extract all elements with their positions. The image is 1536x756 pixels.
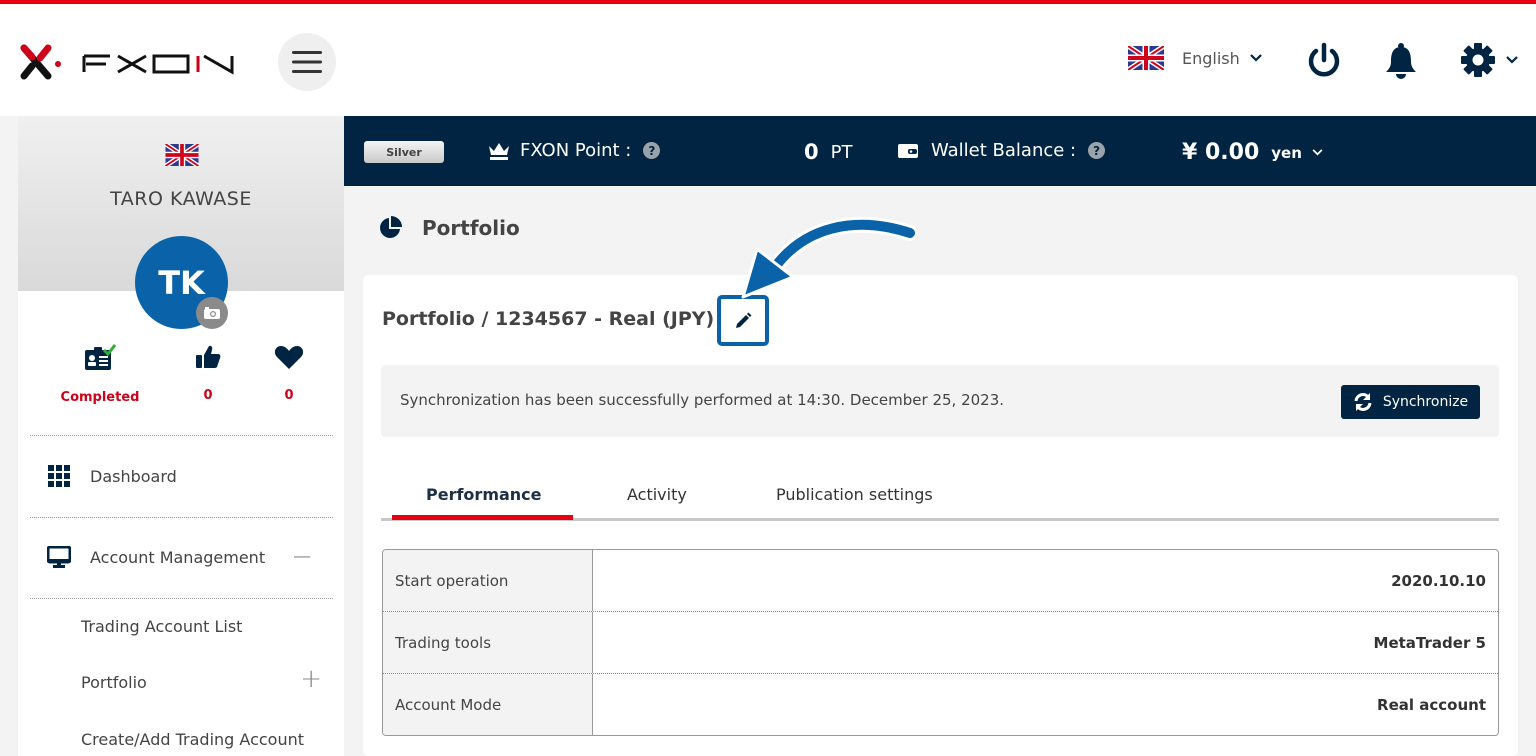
- notifications-button[interactable]: [1384, 42, 1418, 84]
- wallet-unit: yen: [1271, 143, 1302, 162]
- verification-status: Completed: [60, 390, 140, 405]
- uk-flag-icon: [1128, 46, 1164, 70]
- synchronize-button[interactable]: Synchronize: [1341, 385, 1480, 419]
- hamburger-icon: [292, 51, 322, 73]
- sync-message: Synchronization has been successfully pe…: [400, 391, 1005, 409]
- help-icon[interactable]: ?: [1088, 142, 1106, 159]
- row-value: MetaTrader 5: [1373, 633, 1486, 652]
- logout-button[interactable]: [1305, 42, 1343, 84]
- row-value: Real account: [1377, 696, 1486, 714]
- wallet-currency-selector[interactable]: ¥ 0.00 yen: [1182, 140, 1323, 165]
- active-tab-indicator: [392, 515, 573, 520]
- header: English: [0, 4, 1536, 116]
- table-row: Start operation 2020.10.10: [383, 550, 1498, 612]
- chevron-down-icon: [1312, 149, 1323, 156]
- language-label: English: [1182, 48, 1240, 68]
- point-value: 0: [804, 140, 819, 164]
- wallet-icon: [898, 143, 918, 158]
- divider: [30, 435, 333, 436]
- account-summary-bar: Silver FXON Point : ? 0 PT Wallet Balanc…: [344, 116, 1536, 186]
- id-card-check-icon: [85, 344, 117, 370]
- stat-favorites[interactable]: 0: [229, 344, 349, 403]
- table-row: Account Mode Real account: [383, 674, 1498, 735]
- pie-chart-icon: [380, 216, 402, 238]
- sync-status-box: Synchronization has been successfully pe…: [381, 365, 1499, 437]
- row-key: Trading tools: [383, 612, 593, 673]
- annotation-arrow-icon: [741, 216, 915, 299]
- gear-icon: [1461, 43, 1495, 77]
- sidebar-item-dashboard[interactable]: Dashboard: [30, 462, 333, 490]
- thumbs-up-icon: [196, 345, 221, 368]
- sync-icon: [1354, 393, 1372, 411]
- sidebar-item-label: Dashboard: [90, 466, 177, 486]
- language-selector[interactable]: English: [1128, 46, 1262, 70]
- table-row: Trading tools MetaTrader 5: [383, 612, 1498, 674]
- tier-badge: Silver: [364, 141, 444, 163]
- divider: [30, 598, 333, 599]
- stat-verification[interactable]: Completed: [40, 344, 160, 405]
- bell-icon: [1386, 43, 1416, 79]
- chevron-down-icon: [1250, 54, 1262, 62]
- synchronize-label: Synchronize: [1382, 394, 1469, 410]
- expand-toggle[interactable]: +: [300, 664, 322, 694]
- sidebar-subitem-create-trading-account[interactable]: Create/Add Trading Account: [81, 730, 304, 749]
- menu-button[interactable]: [278, 33, 336, 91]
- camera-icon: [204, 307, 220, 319]
- grid-icon: [48, 465, 70, 487]
- chevron-down-icon: [1506, 56, 1518, 64]
- pencil-icon: [736, 312, 752, 328]
- profile-name: TARO KAWASE: [110, 188, 252, 210]
- sidebar-subitem-trading-account-list[interactable]: Trading Account List: [81, 617, 242, 636]
- wallet-value: ¥ 0.00: [1182, 140, 1260, 165]
- tab-performance[interactable]: Performance: [426, 485, 542, 504]
- row-value: 2020.10.10: [1391, 571, 1486, 590]
- page-title-text: Portfolio: [422, 216, 520, 240]
- page-title: Portfolio: [378, 216, 520, 240]
- help-icon[interactable]: ?: [643, 142, 661, 159]
- monitor-icon: [47, 546, 71, 568]
- divider: [30, 517, 333, 518]
- account-info-table: Start operation 2020.10.10 Trading tools…: [382, 549, 1499, 736]
- heart-icon: [274, 346, 304, 369]
- fxon-logo[interactable]: [18, 38, 238, 86]
- sidebar-item-account-management[interactable]: Account Management −: [30, 542, 333, 572]
- collapse-toggle[interactable]: −: [291, 542, 313, 572]
- change-photo-button[interactable]: [196, 297, 228, 329]
- portfolio-card: Portfolio / 1234567 - Real (JPY) Synchro…: [363, 275, 1518, 756]
- portfolio-title: Portfolio / 1234567 - Real (JPY): [382, 308, 715, 330]
- fxon-point: FXON Point : ?: [488, 140, 661, 161]
- fxon-point-label: FXON Point :: [520, 140, 632, 161]
- settings-button[interactable]: [1460, 42, 1518, 78]
- power-icon: [1308, 42, 1340, 77]
- favorites-count: 0: [284, 388, 294, 403]
- wallet-balance: Wallet Balance : ?: [897, 140, 1106, 161]
- point-unit: PT: [830, 141, 853, 163]
- sidebar: TARO KAWASE TK Completed 0 0 Dashboard A…: [18, 116, 344, 756]
- sidebar-subitem-portfolio[interactable]: Portfolio: [81, 673, 147, 692]
- row-key: Account Mode: [383, 674, 593, 735]
- row-key: Start operation: [383, 550, 593, 611]
- point-balance: 0 PT: [804, 140, 852, 164]
- uk-flag-icon: [164, 142, 200, 170]
- tab-publication-settings[interactable]: Publication settings: [776, 485, 933, 504]
- wallet-label: Wallet Balance :: [931, 140, 1077, 161]
- portfolio-tabs: Performance Activity Publication setting…: [381, 475, 1499, 521]
- crown-icon: [489, 142, 509, 160]
- tab-activity[interactable]: Activity: [627, 485, 687, 504]
- sidebar-item-label: Account Management: [90, 547, 266, 567]
